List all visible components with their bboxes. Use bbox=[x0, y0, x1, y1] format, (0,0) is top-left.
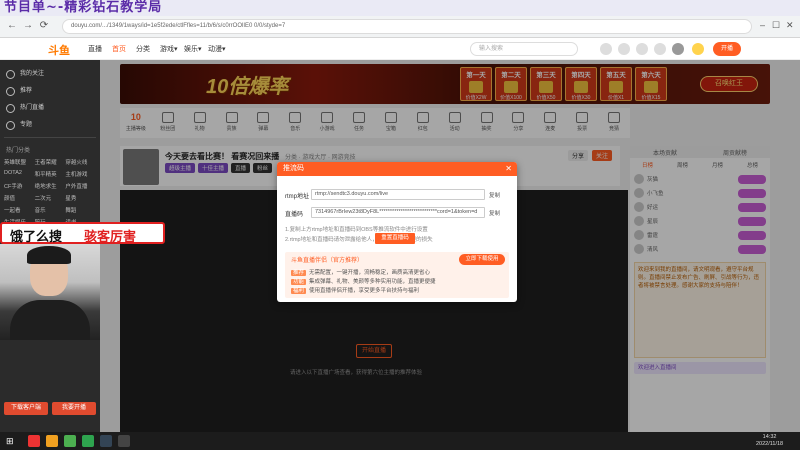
category-link[interactable]: 音乐 bbox=[35, 206, 66, 214]
nav-item[interactable]: 直播 bbox=[88, 44, 112, 54]
nav-item[interactable]: 动漫▾ bbox=[208, 44, 232, 54]
sidebar-section-title: 热门分类 bbox=[6, 148, 31, 154]
nav-item[interactable]: 游戏▾ bbox=[160, 44, 184, 54]
sidebar-item[interactable]: 推荐 bbox=[0, 83, 100, 100]
category-grid: 英雄联盟 王者荣耀 穿越火线 DOTA2 和平精英 主机游戏 CF手游 绝地求生 户外直播颜值二… bbox=[0, 158, 100, 226]
category-link[interactable]: 颜值 bbox=[4, 194, 35, 202]
download-assistant-button[interactable]: 立即下载使用 bbox=[459, 254, 505, 265]
taskbar: ⊞ 14:32 2022/11/18 bbox=[0, 432, 800, 450]
category-link[interactable]: 户外直播 bbox=[65, 182, 96, 190]
instruction-1: 1.复制上方rtmp地址和直播码到OBS等推流软件中进行设置 bbox=[285, 227, 428, 233]
category-link[interactable]: 二次元 bbox=[35, 194, 66, 202]
webcam-person-hair bbox=[27, 246, 71, 264]
forward-icon[interactable]: → bbox=[22, 20, 34, 32]
sticker-text-1: 饿了么搜 bbox=[10, 230, 63, 245]
program-banner: 节目单~-精彩钻石教学局 bbox=[0, 0, 800, 16]
url-bar[interactable]: douyu.com/.../1349/1ways/id=1e5f2ede/ctl… bbox=[62, 19, 752, 34]
program-title: 节目单~-精彩钻石教学局 bbox=[4, 0, 163, 15]
coin-icon[interactable] bbox=[692, 43, 704, 55]
category-link[interactable]: 星秀 bbox=[65, 194, 96, 202]
sidebar-item-label: 专题 bbox=[20, 122, 33, 128]
sidebar-item-label: 我的关注 bbox=[20, 71, 45, 77]
minimize-icon[interactable]: – bbox=[760, 20, 765, 30]
nav-item[interactable]: 娱乐▾ bbox=[184, 44, 208, 54]
dialog-title: 推流码 bbox=[283, 165, 304, 172]
steam-icon[interactable] bbox=[100, 435, 112, 447]
folder-icon[interactable] bbox=[46, 435, 58, 447]
promo-text: 集成弹幕、礼物、美颜等多种实用功能，直播更便捷 bbox=[309, 279, 436, 285]
sidebar-item[interactable]: 我的关注 bbox=[0, 66, 100, 83]
promo-text: 无需配置，一键开播，流畅稳定，画质高清更省心 bbox=[309, 270, 431, 276]
assistant-promo: 斗鱼直播伴侣（官方推荐） 立即下载使用 推荐 无需配置，一键开播，流畅稳定，画质高… bbox=[285, 252, 509, 298]
stream-code-field[interactable]: 7314967rBrIew23t8DyF8L******************… bbox=[311, 207, 485, 218]
category-link[interactable]: 英雄联盟 bbox=[4, 158, 35, 166]
go-live-button[interactable]: 开播 bbox=[713, 42, 741, 56]
copy-rtmp-button[interactable]: 复制 bbox=[489, 191, 500, 199]
promo-line: 推荐 无需配置，一键开播，流畅稳定，画质高清更省心 bbox=[291, 268, 430, 276]
category-link[interactable]: CF手游 bbox=[4, 182, 35, 190]
maximize-icon[interactable]: ☐ bbox=[772, 20, 780, 31]
category-link[interactable]: 绝地求生 bbox=[35, 182, 66, 190]
top-nav: 直播 首页 分类 游戏▾ 娱乐▾ 动漫▾ bbox=[88, 44, 232, 54]
browser-toolbar: ← → ⟳ douyu.com/.../1349/1ways/id=1e5f2e… bbox=[0, 16, 800, 38]
copy-code-button[interactable]: 复制 bbox=[489, 209, 500, 217]
promo-tag: 福利 bbox=[291, 288, 307, 294]
reload-icon[interactable]: ⟳ bbox=[38, 20, 50, 32]
category-link[interactable]: 和平精英 bbox=[35, 170, 66, 178]
start-icon[interactable]: ⊞ bbox=[6, 436, 14, 447]
category-link[interactable]: 王者荣耀 bbox=[35, 158, 66, 166]
promo-line: 功能 集成弹幕、礼物、美颜等多种实用功能，直播更便捷 bbox=[291, 277, 436, 285]
close-icon[interactable]: ✕ bbox=[505, 162, 512, 176]
reset-code-button[interactable]: 重置直播码 bbox=[375, 233, 415, 244]
chrome-icon[interactable] bbox=[64, 435, 76, 447]
nav-item[interactable]: 首页 bbox=[112, 44, 136, 54]
clock-date: 2022/11/18 bbox=[756, 441, 784, 447]
category-link[interactable]: DOTA2 bbox=[4, 170, 35, 178]
promo-line: 福利 使用直播伴侣开播，享受更多平台扶持与福利 bbox=[291, 286, 419, 294]
obs-icon[interactable] bbox=[118, 435, 130, 447]
wechat-icon[interactable] bbox=[82, 435, 94, 447]
nav-item[interactable]: 分类 bbox=[136, 44, 160, 54]
task-icon[interactable] bbox=[654, 43, 666, 55]
category-link[interactable]: 一起看 bbox=[4, 206, 35, 214]
star-icon bbox=[6, 87, 15, 96]
promo-sticker: 饿了么搜 骇客厉害 bbox=[0, 222, 165, 245]
rtmp-label: rtmp地址 bbox=[285, 194, 310, 200]
category-link[interactable]: 主机游戏 bbox=[65, 170, 96, 178]
webcam-person-body bbox=[10, 300, 90, 340]
promo-title: 斗鱼直播伴侣（官方推荐） bbox=[291, 258, 364, 264]
promo-text: 使用直播伴侣开播，享受更多平台扶持与福利 bbox=[309, 288, 420, 294]
start-streaming-button[interactable]: 我要开播 bbox=[52, 402, 96, 415]
sidebar-item[interactable]: 专题 bbox=[0, 117, 100, 134]
wps-icon[interactable] bbox=[28, 435, 40, 447]
promo-tag: 功能 bbox=[291, 279, 307, 285]
category-link[interactable]: 穿越火线 bbox=[65, 158, 96, 166]
message-icon[interactable] bbox=[636, 43, 648, 55]
stream-code-label: 直播码 bbox=[285, 212, 304, 218]
site-header: 斗鱼 直播 首页 分类 游戏▾ 娱乐▾ 动漫▾ 输入搜索 开播 bbox=[0, 38, 800, 60]
sidebar-item-label: 热门直播 bbox=[20, 105, 45, 111]
rtmp-url-field[interactable]: rtmp://sendtc3.douyu.com/live bbox=[311, 189, 485, 200]
avatar[interactable] bbox=[672, 43, 684, 55]
webcam-feed bbox=[0, 244, 100, 340]
stream-key-dialog: 推流码 ✕ rtmp地址 rtmp://sendtc3.douyu.com/li… bbox=[277, 162, 517, 302]
clock: 14:32 2022/11/18 bbox=[756, 434, 783, 448]
category-link[interactable]: 舞蹈 bbox=[65, 206, 96, 214]
sidebar-item-label: 推荐 bbox=[20, 88, 33, 94]
topic-icon bbox=[6, 121, 15, 130]
download-icon[interactable] bbox=[618, 43, 630, 55]
sidebar-item[interactable]: 热门直播 bbox=[0, 100, 100, 117]
promo-tag: 推荐 bbox=[291, 270, 307, 276]
site-logo[interactable]: 斗鱼 bbox=[48, 42, 70, 58]
sticker-text-2: 骇客厉害 bbox=[84, 230, 137, 245]
close-icon[interactable]: ✕ bbox=[786, 20, 794, 31]
divider bbox=[4, 137, 96, 138]
download-client-button[interactable]: 下载客户端 bbox=[4, 402, 48, 415]
fire-icon bbox=[6, 104, 15, 113]
clock-time: 14:32 bbox=[762, 434, 777, 440]
search-input[interactable]: 输入搜索 bbox=[470, 42, 578, 56]
back-icon[interactable]: ← bbox=[6, 20, 18, 32]
history-icon[interactable] bbox=[600, 43, 612, 55]
heart-icon bbox=[6, 70, 15, 79]
